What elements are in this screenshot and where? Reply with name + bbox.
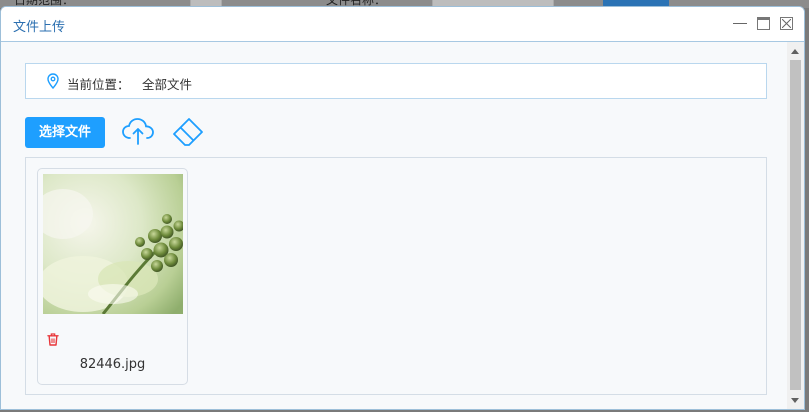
dialog-titlebar: 文件上传	[1, 7, 804, 42]
dialog-title: 文件上传	[13, 20, 66, 35]
maximize-button[interactable]	[757, 17, 770, 30]
minimize-button[interactable]	[733, 16, 747, 30]
file-list: 82446.jpg	[25, 157, 767, 395]
file-thumbnail[interactable]	[43, 174, 183, 314]
delete-icon[interactable]	[47, 333, 59, 350]
scroll-down-arrow-icon[interactable]	[791, 398, 799, 403]
close-icon	[782, 19, 791, 28]
scroll-thumb[interactable]	[790, 60, 801, 390]
dialog-content: 当前位置： 全部文件 选择文件 82446.jpg	[1, 42, 787, 409]
vertical-scrollbar[interactable]	[787, 42, 804, 409]
eraser-icon[interactable]	[171, 116, 205, 150]
file-name: 82446.jpg	[79, 357, 146, 372]
location-pin-icon	[47, 73, 59, 89]
breadcrumb: 当前位置： 全部文件	[25, 63, 767, 99]
scroll-up-arrow-icon[interactable]	[791, 49, 799, 54]
location-value[interactable]: 全部文件	[142, 74, 192, 93]
select-file-button[interactable]: 选择文件	[25, 117, 105, 148]
cloud-upload-icon[interactable]	[121, 116, 155, 150]
file-card[interactable]: 82446.jpg	[37, 168, 188, 385]
upload-dialog: 文件上传 当前位置： 全部文件 选择文件 82446.jpg	[0, 6, 805, 410]
close-button[interactable]	[780, 17, 793, 30]
location-label: 当前位置：	[67, 77, 130, 92]
